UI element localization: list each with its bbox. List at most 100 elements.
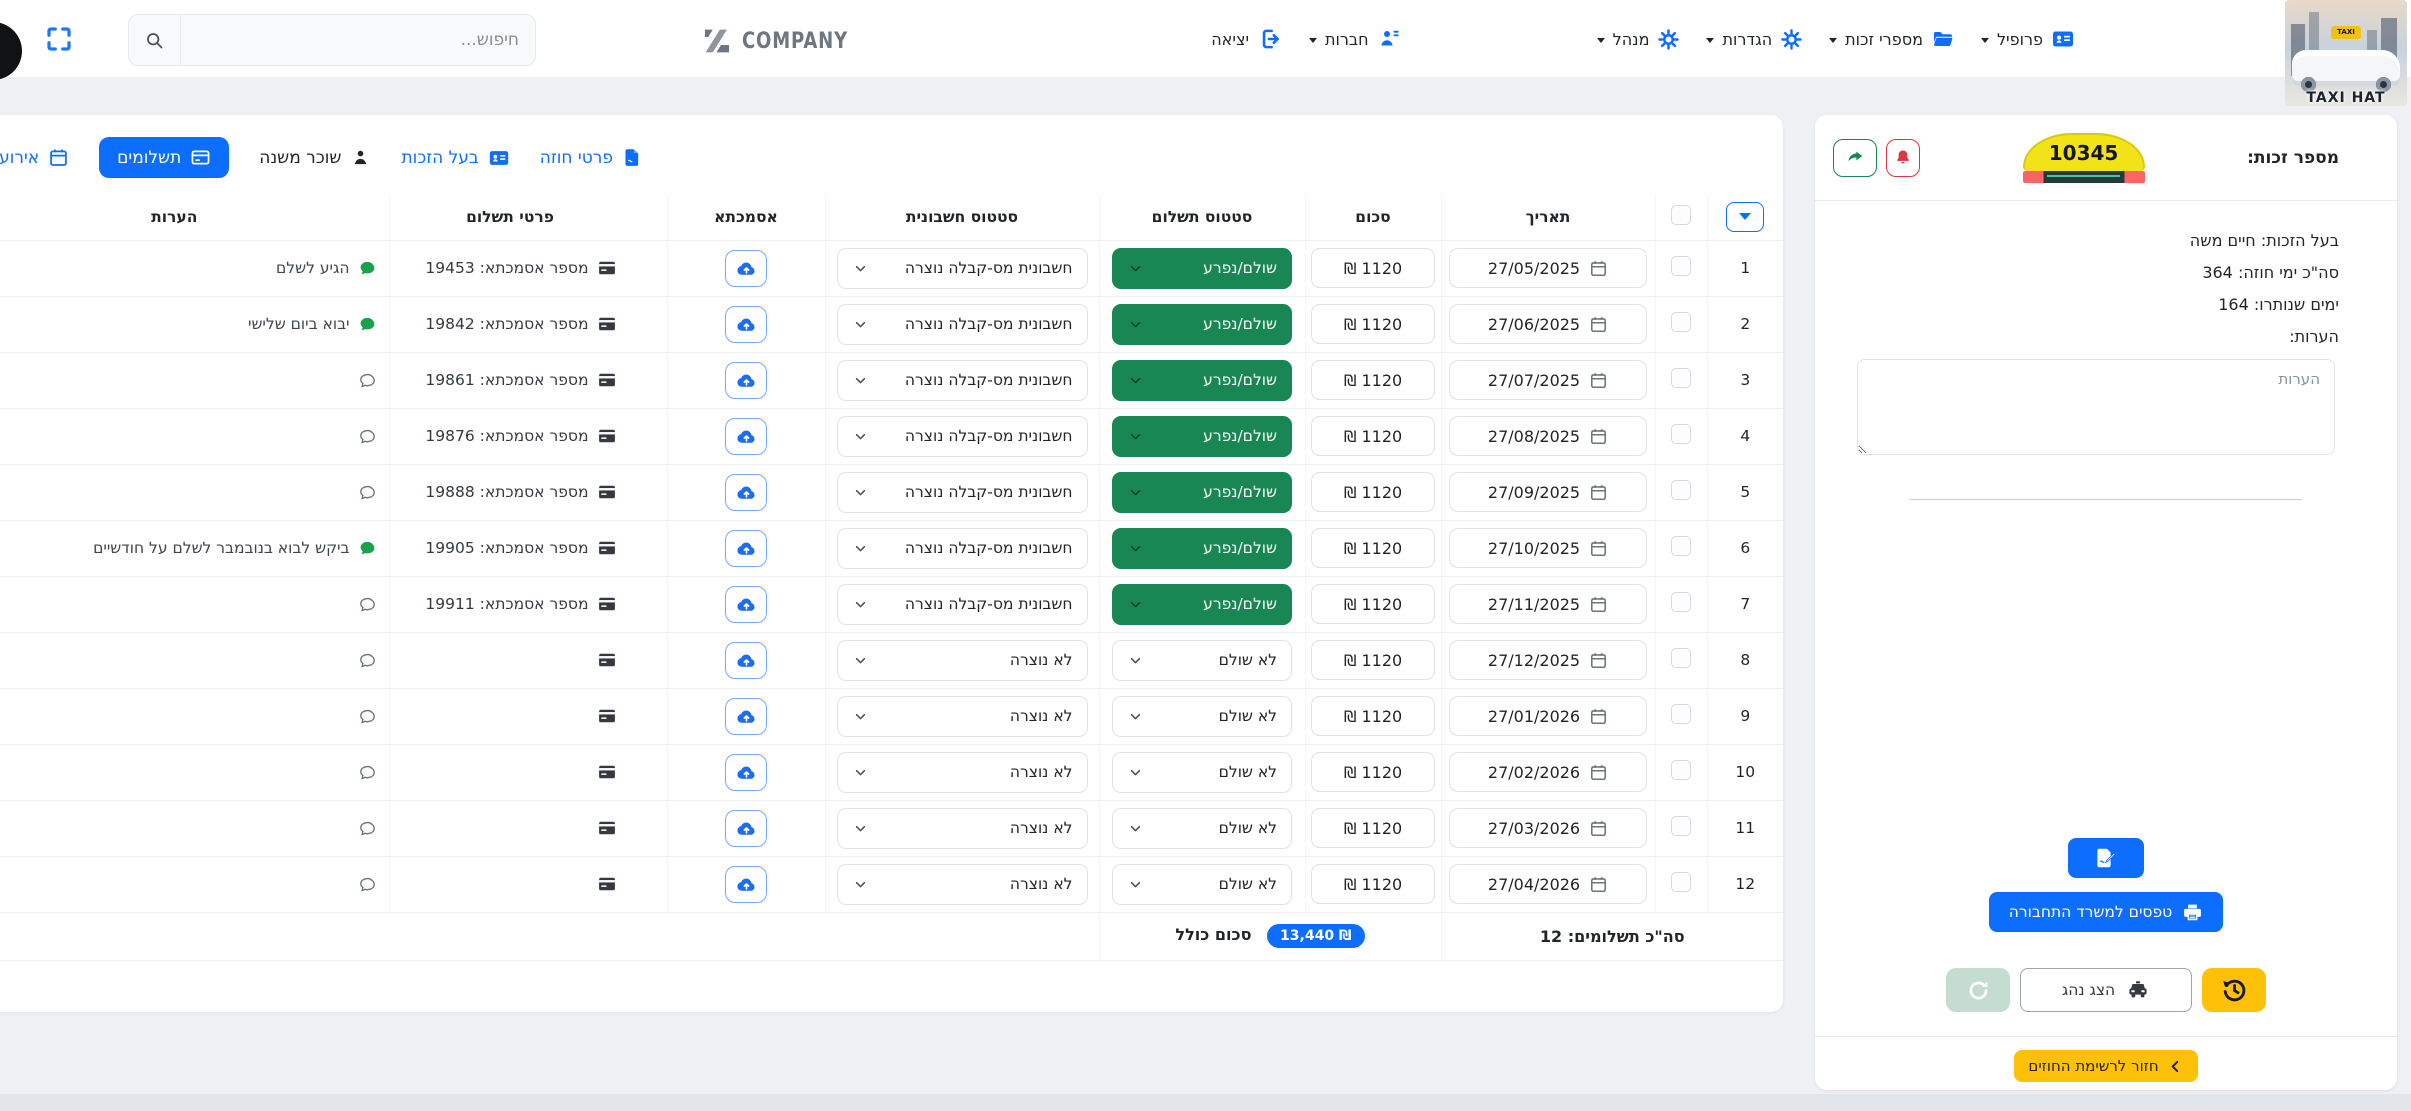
tab-contract-details[interactable]: פרטי חוזה (540, 147, 643, 168)
refresh-button-disabled[interactable] (1946, 968, 2010, 1012)
tab-rights-owner[interactable]: בעל הזכות (401, 147, 509, 169)
payment-status-select[interactable]: שולם/נפרע (1112, 584, 1292, 625)
payment-date-input[interactable]: 27/05/2025 (1449, 248, 1647, 288)
comment-icon[interactable] (358, 259, 377, 278)
amount-input[interactable]: 1120 ₪ (1311, 584, 1435, 624)
amount-input[interactable]: 1120 ₪ (1311, 528, 1435, 568)
notifications-button[interactable] (1886, 139, 1920, 177)
row-checkbox[interactable] (1671, 424, 1691, 444)
upload-receipt-button[interactable] (725, 866, 767, 903)
upload-receipt-button[interactable] (725, 754, 767, 791)
row-checkbox[interactable] (1671, 536, 1691, 556)
tab-subtenant[interactable]: שוכר משנה (259, 147, 371, 168)
comment-icon[interactable] (358, 371, 377, 390)
payment-status-select[interactable]: לא שולם (1112, 752, 1292, 793)
row-checkbox[interactable] (1671, 704, 1691, 724)
taxi-hat-logo[interactable]: TAXI TAXI HAT (2285, 0, 2407, 106)
invoice-status-select[interactable]: לא נוצרה (837, 808, 1088, 849)
comment-icon[interactable] (358, 595, 377, 614)
back-to-contracts-button[interactable]: חזור לרשימת החוזים (2014, 1050, 2197, 1082)
amount-input[interactable]: 1120 ₪ (1311, 248, 1435, 288)
amount-input[interactable]: 1120 ₪ (1311, 416, 1435, 456)
payment-status-select[interactable]: לא שולם (1112, 808, 1292, 849)
row-checkbox[interactable] (1671, 368, 1691, 388)
row-checkbox[interactable] (1671, 312, 1691, 332)
upload-receipt-button[interactable] (725, 530, 767, 567)
comment-icon[interactable] (358, 875, 377, 894)
payment-status-select[interactable]: שולם/נפרע (1112, 472, 1292, 513)
payment-status-select[interactable]: שולם/נפרע (1112, 528, 1292, 569)
filter-dropdown-button[interactable] (1726, 202, 1764, 232)
invoice-status-select[interactable]: לא נוצרה (837, 640, 1088, 681)
comment-icon[interactable] (358, 819, 377, 838)
invoice-status-select[interactable]: חשבונית מס-קבלה נוצרה (837, 584, 1088, 625)
tab-events[interactable]: אירועים (0, 147, 69, 168)
invoice-status-select[interactable]: חשבונית מס-קבלה נוצרה (837, 248, 1088, 289)
amount-input[interactable]: 1120 ₪ (1311, 640, 1435, 680)
payment-status-select[interactable]: שולם/נפרע (1112, 360, 1292, 401)
payment-date-input[interactable]: 27/04/2026 (1449, 864, 1647, 904)
payment-date-input[interactable]: 27/01/2026 (1449, 696, 1647, 736)
row-checkbox[interactable] (1671, 592, 1691, 612)
payment-date-input[interactable]: 27/02/2026 (1449, 752, 1647, 792)
upload-receipt-button[interactable] (725, 810, 767, 847)
payment-date-input[interactable]: 27/08/2025 (1449, 416, 1647, 456)
amount-input[interactable]: 1120 ₪ (1311, 752, 1435, 792)
share-button[interactable] (1833, 139, 1877, 177)
invoice-status-select[interactable]: חשבונית מס-קבלה נוצרה (837, 472, 1088, 513)
upload-receipt-button[interactable] (725, 250, 767, 287)
history-button[interactable] (2202, 968, 2266, 1012)
amount-input[interactable]: 1120 ₪ (1311, 864, 1435, 904)
comment-icon[interactable] (358, 427, 377, 446)
payment-date-input[interactable]: 27/07/2025 (1449, 360, 1647, 400)
row-checkbox[interactable] (1671, 256, 1691, 276)
comment-icon[interactable] (358, 707, 377, 726)
invoice-status-select[interactable]: לא נוצרה (837, 696, 1088, 737)
comment-icon[interactable] (358, 483, 377, 502)
amount-input[interactable]: 1120 ₪ (1311, 696, 1435, 736)
payment-date-input[interactable]: 27/11/2025 (1449, 584, 1647, 624)
upload-receipt-button[interactable] (725, 306, 767, 343)
payment-status-select[interactable]: שולם/נפרע (1112, 304, 1292, 345)
amount-input[interactable]: 1120 ₪ (1311, 304, 1435, 344)
fullscreen-icon[interactable] (44, 24, 74, 54)
nav-item-profile[interactable]: פרופיל (1981, 27, 2075, 51)
search-input[interactable] (181, 15, 535, 65)
comment-icon[interactable] (358, 539, 377, 558)
notes-textarea[interactable] (1857, 359, 2335, 455)
accessibility-widget-button[interactable] (0, 22, 22, 80)
upload-receipt-button[interactable] (725, 418, 767, 455)
nav-item-logout[interactable]: יציאה (1211, 26, 1283, 52)
tab-payments[interactable]: תשלומים (99, 137, 229, 178)
payment-date-input[interactable]: 27/09/2025 (1449, 472, 1647, 512)
upload-receipt-button[interactable] (725, 586, 767, 623)
comment-icon[interactable] (358, 651, 377, 670)
invoice-status-select[interactable]: לא נוצרה (837, 752, 1088, 793)
payment-date-input[interactable]: 27/12/2025 (1449, 640, 1647, 680)
amount-input[interactable]: 1120 ₪ (1311, 472, 1435, 512)
payment-date-input[interactable]: 27/03/2026 (1449, 808, 1647, 848)
amount-input[interactable]: 1120 ₪ (1311, 808, 1435, 848)
row-checkbox[interactable] (1671, 480, 1691, 500)
sign-document-button[interactable] (2068, 838, 2144, 878)
comment-icon[interactable] (358, 315, 377, 334)
invoice-status-select[interactable]: חשבונית מס-קבלה נוצרה (837, 416, 1088, 457)
invoice-status-select[interactable]: לא נוצרה (837, 864, 1088, 905)
upload-receipt-button[interactable] (725, 474, 767, 511)
payment-date-input[interactable]: 27/10/2025 (1449, 528, 1647, 568)
upload-receipt-button[interactable] (725, 362, 767, 399)
row-checkbox[interactable] (1671, 648, 1691, 668)
nav-item-companies[interactable]: חברות (1309, 27, 1401, 51)
amount-input[interactable]: 1120 ₪ (1311, 360, 1435, 400)
row-checkbox[interactable] (1671, 816, 1691, 836)
payment-status-select[interactable]: לא שולם (1112, 696, 1292, 737)
payment-status-select[interactable]: שולם/נפרע (1112, 248, 1292, 289)
invoice-status-select[interactable]: חשבונית מס-קבלה נוצרה (837, 360, 1088, 401)
invoice-status-select[interactable]: חשבונית מס-קבלה נוצרה (837, 304, 1088, 345)
invoice-status-select[interactable]: חשבונית מס-קבלה נוצרה (837, 528, 1088, 569)
select-all-checkbox[interactable] (1671, 205, 1691, 225)
nav-item-permits[interactable]: מספרי זכות (1829, 27, 1955, 51)
show-driver-button[interactable]: הצג נהג (2020, 968, 2192, 1012)
payment-status-select[interactable]: לא שולם (1112, 640, 1292, 681)
nav-item-admin[interactable]: מנהל (1597, 28, 1681, 51)
